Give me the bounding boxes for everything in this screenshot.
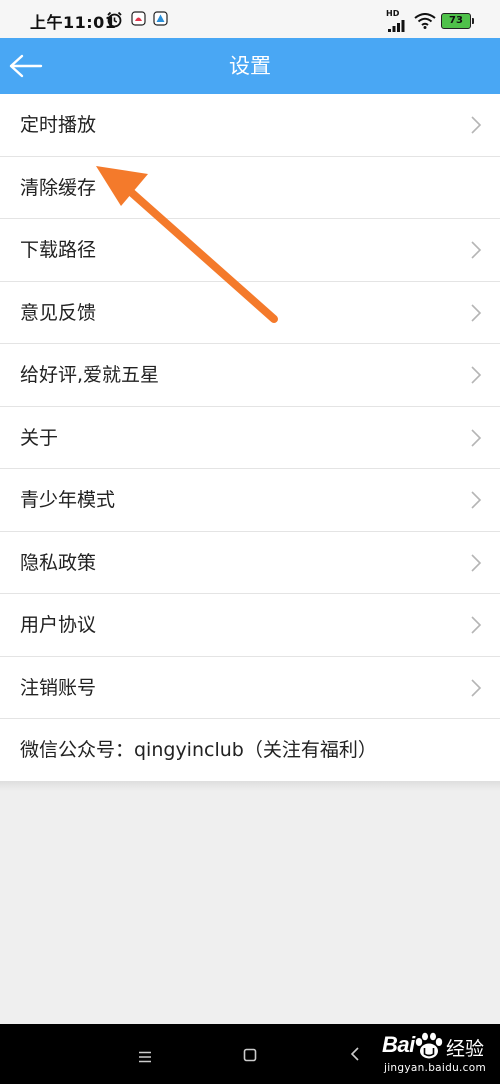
chevron-right-icon [471,116,482,134]
back-chevron-icon[interactable] [349,1046,361,1066]
settings-item-label: 微信公众号：qingyinclub（关注有福利） [20,739,377,761]
settings-item-teen-mode[interactable]: 青少年模式 [0,469,500,532]
chevron-right-icon [471,678,482,697]
list-bottom-shadow [0,781,500,791]
status-time: 上午11:01 [30,13,117,32]
app-header: 设置 [0,38,500,94]
settings-item-privacy-policy[interactable]: 隐私政策 [0,532,500,594]
settings-item-label: 下载路径 [20,239,97,261]
settings-item-clear-cache[interactable]: 清除缓存 [0,157,500,219]
chevron-right-icon [471,366,482,384]
watermark-domain: jingyan.baidu.com [384,1062,486,1074]
settings-item-label: 意见反馈 [20,301,97,324]
settings-item-feedback[interactable]: 意见反馈 [0,282,500,344]
notification-app-icon [153,11,168,30]
settings-item-delete-account[interactable]: 注销账号 [0,657,500,719]
chevron-right-icon [471,553,482,572]
signal-icon [388,17,406,36]
settings-item-label: 隐私政策 [20,551,97,574]
settings-item-user-agreement[interactable]: 用户协议 [0,594,500,657]
chevron-right-icon [471,241,482,259]
chevron-right-icon [471,616,482,634]
settings-item-rate-five-stars[interactable]: 给好评,爱就五星 [0,344,500,407]
home-square-icon[interactable] [243,1047,257,1066]
settings-item-label: 青少年模式 [20,489,116,511]
watermark-brand-cn: 经验 [446,1038,485,1060]
settings-item-label: 用户协议 [20,614,97,636]
notification-app-icon [131,11,146,30]
settings-item-label: 给好评,爱就五星 [20,364,160,386]
settings-list: 定时播放 清除缓存 下载路径 意见反馈 给好评,爱就五星 关于 青少年模式 隐私… [0,94,500,782]
wifi-icon [414,13,436,33]
status-bar: 上午11:01 HD 73 [0,0,500,38]
settings-item-label: 注销账号 [20,676,97,699]
baidu-jingyan-watermark: Bai 经验 jingyan.baidu.com [380,1032,500,1082]
settings-item-about[interactable]: 关于 [0,407,500,469]
settings-item-download-path[interactable]: 下载路径 [0,219,500,282]
settings-item-label: 关于 [20,426,59,449]
page-title: 设置 [229,54,271,78]
chevron-right-icon [471,491,482,509]
battery-icon: 73 [441,13,474,29]
alarm-clock-icon [106,11,123,32]
menu-icon[interactable] [138,1048,152,1067]
arrow-left-icon [9,54,43,78]
settings-item-label: 清除缓存 [20,176,97,199]
paw-logo-icon [414,1032,444,1064]
chevron-right-icon [471,428,482,447]
chevron-right-icon [471,303,482,322]
settings-item-wechat-account: 微信公众号：qingyinclub（关注有福利） [0,719,500,782]
back-button[interactable] [6,48,46,84]
settings-item-scheduled-play[interactable]: 定时播放 [0,94,500,157]
settings-item-label: 定时播放 [20,114,97,136]
settings-screen: 上午11:01 HD 73 设置 定时播放 清除缓存 下载路径 意见反馈 给好评… [0,0,500,1084]
watermark-brand: Bai [382,1032,415,1057]
